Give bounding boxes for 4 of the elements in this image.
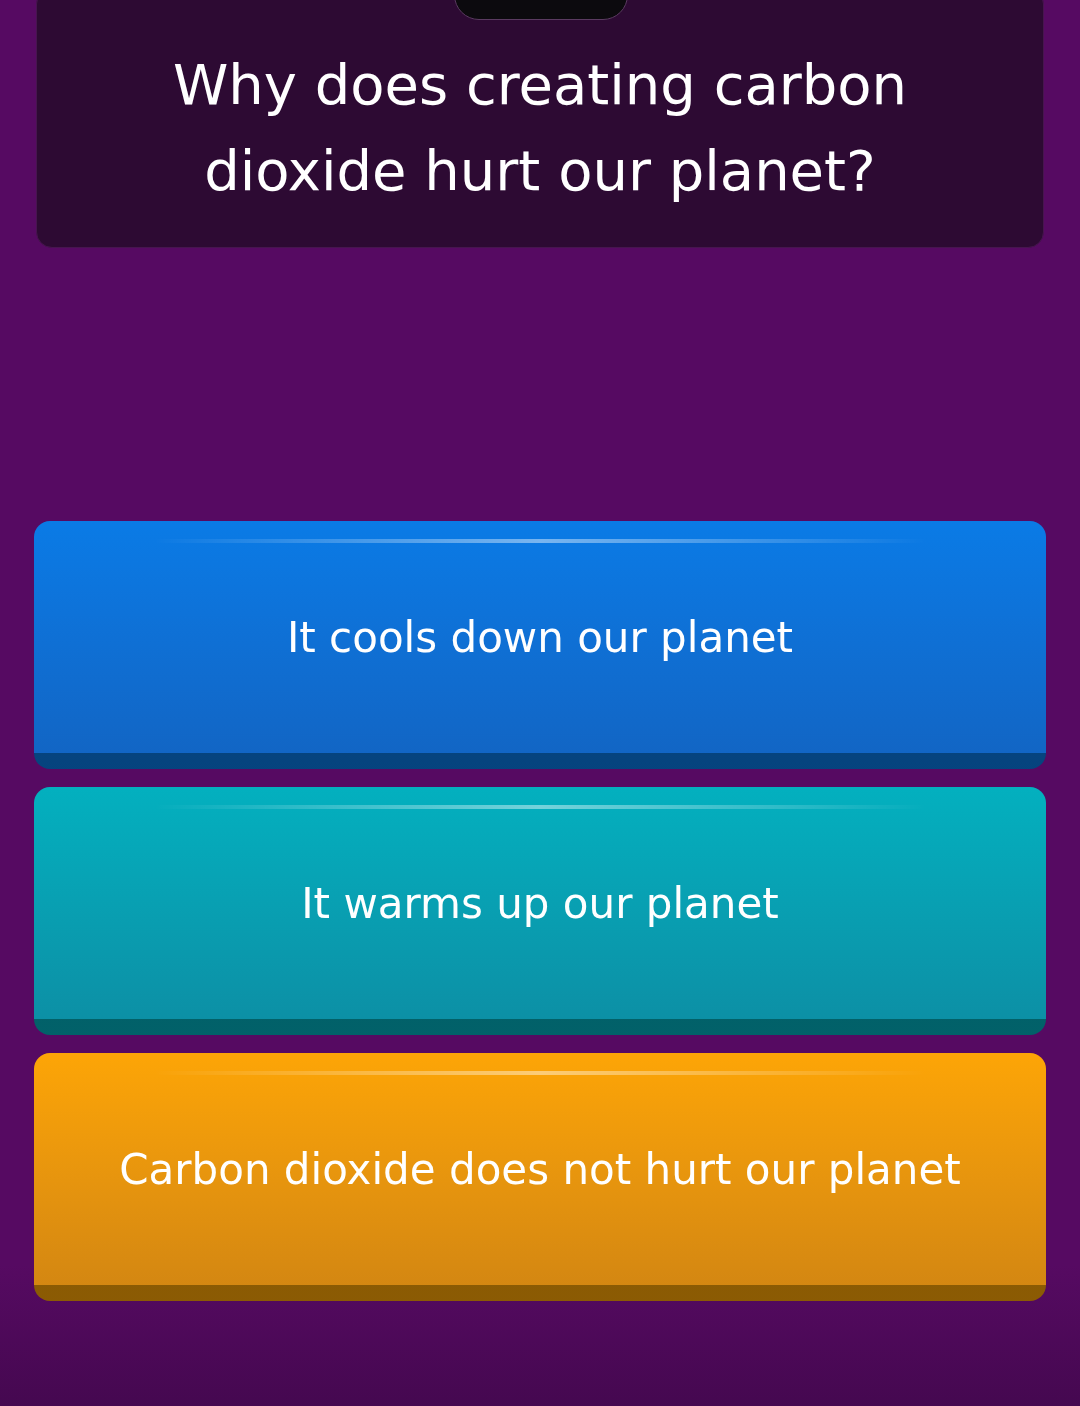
answer-button[interactable]: It warms up our planet xyxy=(34,787,1046,1035)
answer-button[interactable]: Carbon dioxide does not hurt our planet xyxy=(34,1053,1046,1301)
answer-button[interactable]: It cools down our planet xyxy=(34,521,1046,769)
question-text: Why does creating carbon dioxide hurt our planet? xyxy=(171,51,909,205)
